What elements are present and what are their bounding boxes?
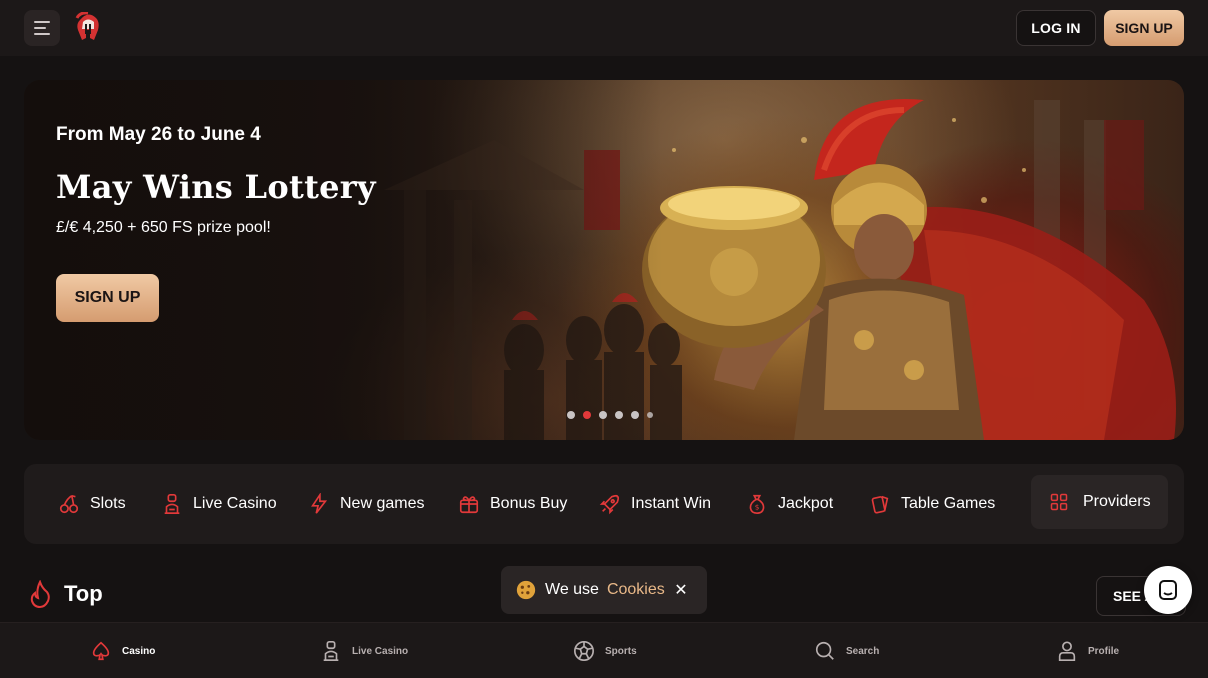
- cherries-icon: [59, 494, 79, 514]
- top-header: LOG IN SIGN UP: [0, 0, 1208, 56]
- dealer-icon: [323, 641, 339, 661]
- carousel-dot[interactable]: [615, 411, 623, 419]
- carousel-dot-active[interactable]: [583, 411, 591, 419]
- nav-casino[interactable]: Casino: [90, 623, 155, 678]
- category-table-games[interactable]: Table Games: [869, 464, 995, 544]
- cookie-link[interactable]: Cookies: [607, 581, 665, 599]
- rocket-icon: [599, 494, 620, 515]
- grid-icon: [1050, 493, 1068, 511]
- carousel-dot[interactable]: [599, 411, 607, 419]
- search-icon: [815, 641, 834, 660]
- section-title-top: Top: [28, 580, 103, 608]
- nav-label: Sports: [605, 645, 637, 657]
- spartan-helmet-logo[interactable]: [74, 12, 102, 44]
- nav-search[interactable]: Search: [814, 623, 879, 678]
- promo-prize: £/€ 4,250 + 650 FS prize pool!: [56, 219, 271, 236]
- nav-live-casino[interactable]: Live Casino: [320, 623, 408, 678]
- playing-cards-icon: [871, 495, 889, 514]
- promo-signup-button[interactable]: SIGN UP: [56, 274, 159, 322]
- category-label: Table Games: [901, 495, 996, 512]
- chat-icon: [1159, 580, 1177, 600]
- carousel-dot[interactable]: [647, 412, 653, 418]
- carousel-dot[interactable]: [631, 411, 639, 419]
- section-title-text: Top: [64, 581, 103, 606]
- category-label: Slots: [90, 495, 126, 512]
- category-label: New games: [340, 495, 425, 512]
- login-button[interactable]: LOG IN: [1016, 10, 1096, 46]
- category-providers[interactable]: Providers: [1031, 475, 1168, 529]
- nav-label: Casino: [122, 645, 156, 657]
- menu-button[interactable]: [24, 10, 60, 46]
- category-instant-win[interactable]: Instant Win: [599, 464, 711, 544]
- category-label: Providers: [1083, 493, 1151, 510]
- hero-banner[interactable]: From May 26 to June 4 May Wins Lottery £…: [24, 80, 1184, 440]
- category-label: Jackpot: [778, 495, 834, 512]
- lightning-icon: [311, 493, 328, 514]
- category-label: Instant Win: [631, 495, 712, 512]
- nav-sports[interactable]: Sports: [573, 623, 637, 678]
- nav-label: Search: [846, 645, 880, 657]
- promo-date: From May 26 to June 4: [56, 124, 261, 145]
- menu-icon-line: [34, 27, 46, 29]
- category-label: Live Casino: [193, 495, 277, 512]
- spade-icon: [92, 641, 110, 661]
- flame-icon: [30, 580, 50, 608]
- money-bag-icon: $: [749, 494, 765, 514]
- svg-text:$: $: [755, 503, 760, 512]
- category-bonus-buy[interactable]: Bonus Buy: [458, 464, 567, 544]
- carousel-dot[interactable]: [567, 411, 575, 419]
- dealer-icon: [164, 494, 180, 514]
- promo-title: May Wins Lottery: [56, 168, 376, 206]
- chat-support-button[interactable]: [1144, 566, 1192, 614]
- gift-icon: [459, 496, 479, 514]
- category-live-casino[interactable]: Live Casino: [161, 464, 277, 544]
- category-jackpot[interactable]: $ Jackpot: [746, 464, 833, 544]
- category-slots[interactable]: Slots: [58, 464, 126, 544]
- category-label: Bonus Buy: [490, 495, 568, 512]
- nav-label: Profile: [1088, 645, 1120, 657]
- nav-label: Live Casino: [352, 645, 409, 657]
- soccer-ball-icon: [574, 641, 594, 661]
- menu-icon-line: [34, 33, 50, 35]
- nav-profile[interactable]: Profile: [1056, 623, 1119, 678]
- bottom-navigation: Casino Live Casino Sports Search Profile: [0, 622, 1208, 678]
- cookie-text: We use: [545, 581, 599, 598]
- cookie-icon: [516, 580, 536, 600]
- carousel-dots: [567, 411, 653, 419]
- close-icon[interactable]: ✕: [669, 578, 693, 602]
- cookie-notice: We use Cookies ✕: [501, 566, 707, 614]
- category-bar: Slots Live Casino New games Bonus Buy In…: [24, 464, 1184, 544]
- user-icon: [1058, 641, 1076, 661]
- category-new-games[interactable]: New games: [308, 464, 424, 544]
- menu-icon-line: [34, 21, 50, 23]
- signup-button[interactable]: SIGN UP: [1104, 10, 1184, 46]
